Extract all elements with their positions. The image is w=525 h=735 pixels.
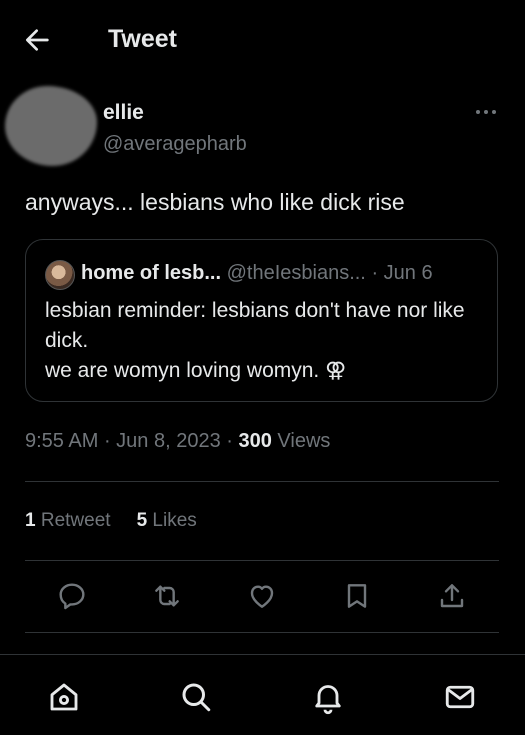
like-button[interactable] xyxy=(246,580,278,612)
quoted-avatar[interactable] xyxy=(45,260,75,290)
like-icon xyxy=(250,585,274,608)
author-avatar[interactable] xyxy=(5,86,97,166)
divider xyxy=(25,481,499,482)
retweet-button[interactable] xyxy=(151,580,183,612)
search-icon xyxy=(182,683,211,712)
retweet-icon xyxy=(155,585,179,607)
notifications-icon xyxy=(315,685,341,715)
tweet-time[interactable]: 9:55 AM xyxy=(25,430,98,452)
nav-home[interactable] xyxy=(46,679,82,715)
messages-icon xyxy=(445,685,475,709)
author-name[interactable]: ellie xyxy=(103,101,144,125)
share-icon xyxy=(440,584,464,608)
likes-stat[interactable]: 5 Likes xyxy=(137,510,197,531)
views-count: 300 xyxy=(238,430,272,452)
share-button[interactable] xyxy=(436,580,468,612)
likes-count: 5 xyxy=(136,510,148,531)
views-label: Views xyxy=(277,430,331,452)
tweet-date[interactable]: Jun 8, 2023 xyxy=(116,430,221,452)
bookmark-button[interactable] xyxy=(341,580,373,612)
nav-search[interactable] xyxy=(178,679,214,715)
quoted-text: lesbian reminder: lesbians don't have no… xyxy=(45,299,465,382)
home-icon xyxy=(50,683,78,711)
tweet-meta: 9:55 AM · Jun 8, 2023 · 300 Views xyxy=(25,430,331,452)
bookmark-icon xyxy=(347,584,367,608)
likes-label: Likes xyxy=(152,510,197,531)
page-title: Tweet xyxy=(108,25,177,53)
tweet-text: anyways... lesbians who like dick rise xyxy=(25,189,405,215)
retweets-label: Retweet xyxy=(40,510,111,531)
nav-notifications[interactable] xyxy=(310,679,346,715)
arrow-left-icon xyxy=(26,29,49,51)
more-icon xyxy=(476,110,496,114)
reply-button[interactable] xyxy=(56,580,88,612)
more-options-button[interactable] xyxy=(470,100,502,124)
author-handle[interactable]: @averagepharb xyxy=(103,133,247,156)
divider xyxy=(25,632,499,633)
divider xyxy=(25,560,499,561)
quoted-date: · Jun 6 xyxy=(371,262,433,284)
quoted-author-name[interactable]: home of lesb... xyxy=(81,262,221,284)
reply-icon xyxy=(59,583,85,610)
quoted-tweet[interactable]: home of lesb... @theIesbians... · Jun 6 … xyxy=(25,239,498,402)
quoted-header: home of lesb... @theIesbians... · Jun 6 xyxy=(81,262,433,285)
retweets-count: 1 xyxy=(25,510,36,531)
nav-messages[interactable] xyxy=(442,679,478,715)
retweets-stat[interactable]: 1 Retweet xyxy=(25,510,111,531)
quoted-author-handle[interactable]: @theIesbians... xyxy=(227,262,366,284)
tweet-stats: 1 Retweet 5 Likes xyxy=(25,510,197,532)
back-button[interactable] xyxy=(22,24,54,56)
bottom-navigation xyxy=(0,654,525,735)
top-header: Tweet xyxy=(0,0,525,78)
